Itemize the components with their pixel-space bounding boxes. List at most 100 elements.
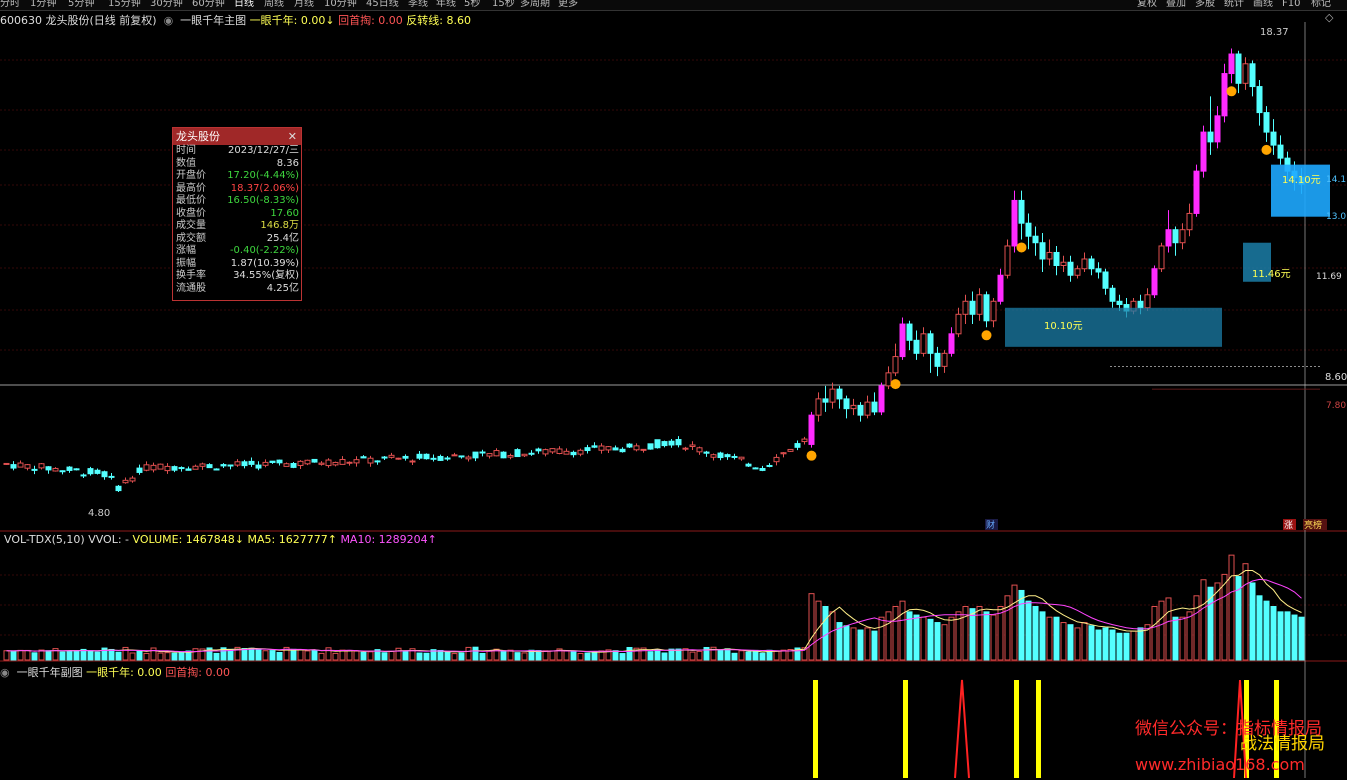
tooltip-key: 收盘价 (176, 207, 206, 219)
candle-body (220, 464, 227, 467)
period-tab-11[interactable]: 季线 (408, 0, 428, 9)
period-tab-12[interactable]: 年线 (436, 0, 456, 9)
candle-body (143, 464, 150, 471)
volume-bar (402, 650, 409, 661)
candle-body (80, 474, 87, 477)
candle-body (178, 467, 185, 470)
candle-body (962, 300, 969, 315)
toolbar-button-0[interactable]: 复权 (1137, 0, 1157, 9)
candle-body (591, 445, 598, 448)
price-tooltip-window[interactable]: 龙头股份 ✕ 时间 2023/12/27/三 数值 8.36 开盘价 17.20(-4.4… (172, 127, 302, 301)
tooltip-value: 18.37(2.06%) (230, 182, 299, 194)
sub-chart-header: ◉ 一眼千年副图 一眼千年: 0.00 回首掏: 0.00 (0, 664, 230, 680)
volume-bar (444, 651, 451, 661)
candle-body (1263, 112, 1270, 133)
stock-title[interactable]: 600630 龙头股份(日线 前复权) (0, 14, 157, 27)
period-tab-4[interactable]: 30分钟 (150, 0, 183, 9)
period-tab-15[interactable]: 多周期 (520, 0, 550, 9)
volume-bar (759, 652, 766, 661)
period-tab-16[interactable]: 更多 (558, 0, 578, 9)
candle-body (283, 463, 290, 467)
vol-name[interactable]: VOL-TDX(5,10) (4, 533, 85, 546)
signal-bar (1036, 680, 1041, 778)
toolbar-button-2[interactable]: 多股 (1195, 0, 1215, 9)
volume-bar (297, 649, 304, 661)
candle-body (451, 454, 458, 457)
period-tab-9[interactable]: 10分钟 (324, 0, 357, 9)
candle-body (780, 452, 787, 455)
tooltip-row: 最高价 18.37(2.06%) (173, 183, 301, 196)
period-tab-6[interactable]: 日线 (234, 0, 254, 9)
period-tab-8[interactable]: 月线 (294, 0, 314, 9)
vol-volume: VOLUME: 1467848↓ (132, 533, 244, 546)
candle-body (122, 479, 129, 484)
close-icon[interactable]: ✕ (288, 128, 297, 145)
candle-body (507, 455, 514, 458)
candle-body (633, 445, 640, 451)
sub-name[interactable]: 一眼千年副图 (17, 666, 83, 679)
candle-body (1109, 287, 1116, 302)
indicator-name[interactable]: 一眼千年主图 (180, 14, 246, 27)
price-high-label: 18.37 (1260, 27, 1289, 38)
volume-bar (318, 652, 325, 661)
volume-bar (241, 648, 248, 661)
candle-body (332, 461, 339, 466)
candle-body (388, 454, 395, 458)
toolbar-button-4[interactable]: 画线 (1253, 0, 1273, 9)
period-tab-14[interactable]: 15秒 (492, 0, 515, 9)
candle-body (920, 333, 927, 354)
period-tab-1[interactable]: 1分钟 (30, 0, 56, 9)
toolbar-button-1[interactable]: 叠加 (1166, 0, 1186, 9)
indicator-toggle-icon[interactable]: ◉ (160, 14, 177, 27)
candle-body (444, 457, 451, 460)
volume-header: VOL-TDX(5,10) VVOL: - VOLUME: 1467848↓ M… (4, 533, 437, 546)
candle-body (1193, 170, 1200, 214)
toolbar-button-6[interactable]: 标记 (1311, 0, 1331, 9)
volume-bar (332, 652, 339, 661)
period-tab-10[interactable]: 45日线 (366, 0, 399, 9)
candle-body (1039, 242, 1046, 260)
sub-toggle-icon[interactable]: ◉ (0, 666, 13, 679)
period-tab-2[interactable]: 5分钟 (68, 0, 94, 9)
volume-bar (752, 649, 759, 661)
candle-body (577, 449, 584, 455)
toolbar-button-3[interactable]: 统计 (1224, 0, 1244, 9)
candle-body (1046, 251, 1053, 260)
candle-body (1228, 53, 1235, 75)
candle-body (1011, 199, 1018, 247)
period-tab-0[interactable]: 分时 (0, 0, 20, 9)
toolbar-button-5[interactable]: F10 (1282, 0, 1300, 9)
volume-bar (500, 650, 507, 661)
volume-bar (1151, 606, 1158, 661)
candle-body (710, 454, 717, 458)
period-tab-5[interactable]: 60分钟 (192, 0, 225, 9)
tooltip-key: 换手率 (176, 270, 206, 281)
candle-body (906, 323, 913, 341)
volume-bar (1193, 595, 1200, 661)
kline-chart-canvas[interactable]: 18.37 4.80 8.60 14.1 13.0 11.69 7.80 10.10元 11.4… (0, 0, 1347, 780)
candle-body (73, 468, 80, 471)
period-tab-3[interactable]: 15分钟 (108, 0, 141, 9)
candle-body (969, 300, 976, 315)
volume-bar (535, 650, 542, 661)
period-tab-7[interactable]: 周线 (264, 0, 284, 9)
candle-body (976, 294, 983, 315)
cursor-price-label: 8.60 (1325, 372, 1347, 383)
tooltip-value: 146.8万 (260, 220, 299, 231)
vol-ma10: MA10: 1289204↑ (340, 533, 437, 546)
tooltip-titlebar[interactable]: 龙头股份 ✕ (173, 128, 301, 145)
volume-bar (1298, 616, 1305, 661)
candle-body (1270, 131, 1277, 146)
volume-bar (73, 650, 80, 661)
period-tab-13[interactable]: 5秒 (464, 0, 480, 9)
volume-bar (619, 653, 626, 661)
tooltip-value: 17.20(-4.44%) (227, 170, 299, 181)
candle-body (94, 469, 101, 474)
volume-bar (381, 652, 388, 661)
candle-body (1144, 294, 1151, 309)
volume-bar (1228, 554, 1235, 661)
tooltip-row: 开盘价 17.20(-4.44%) (173, 170, 301, 183)
settings-gear-icon[interactable]: ◇ (1325, 11, 1333, 24)
signal-bar (903, 680, 908, 778)
candle-body (857, 404, 864, 416)
